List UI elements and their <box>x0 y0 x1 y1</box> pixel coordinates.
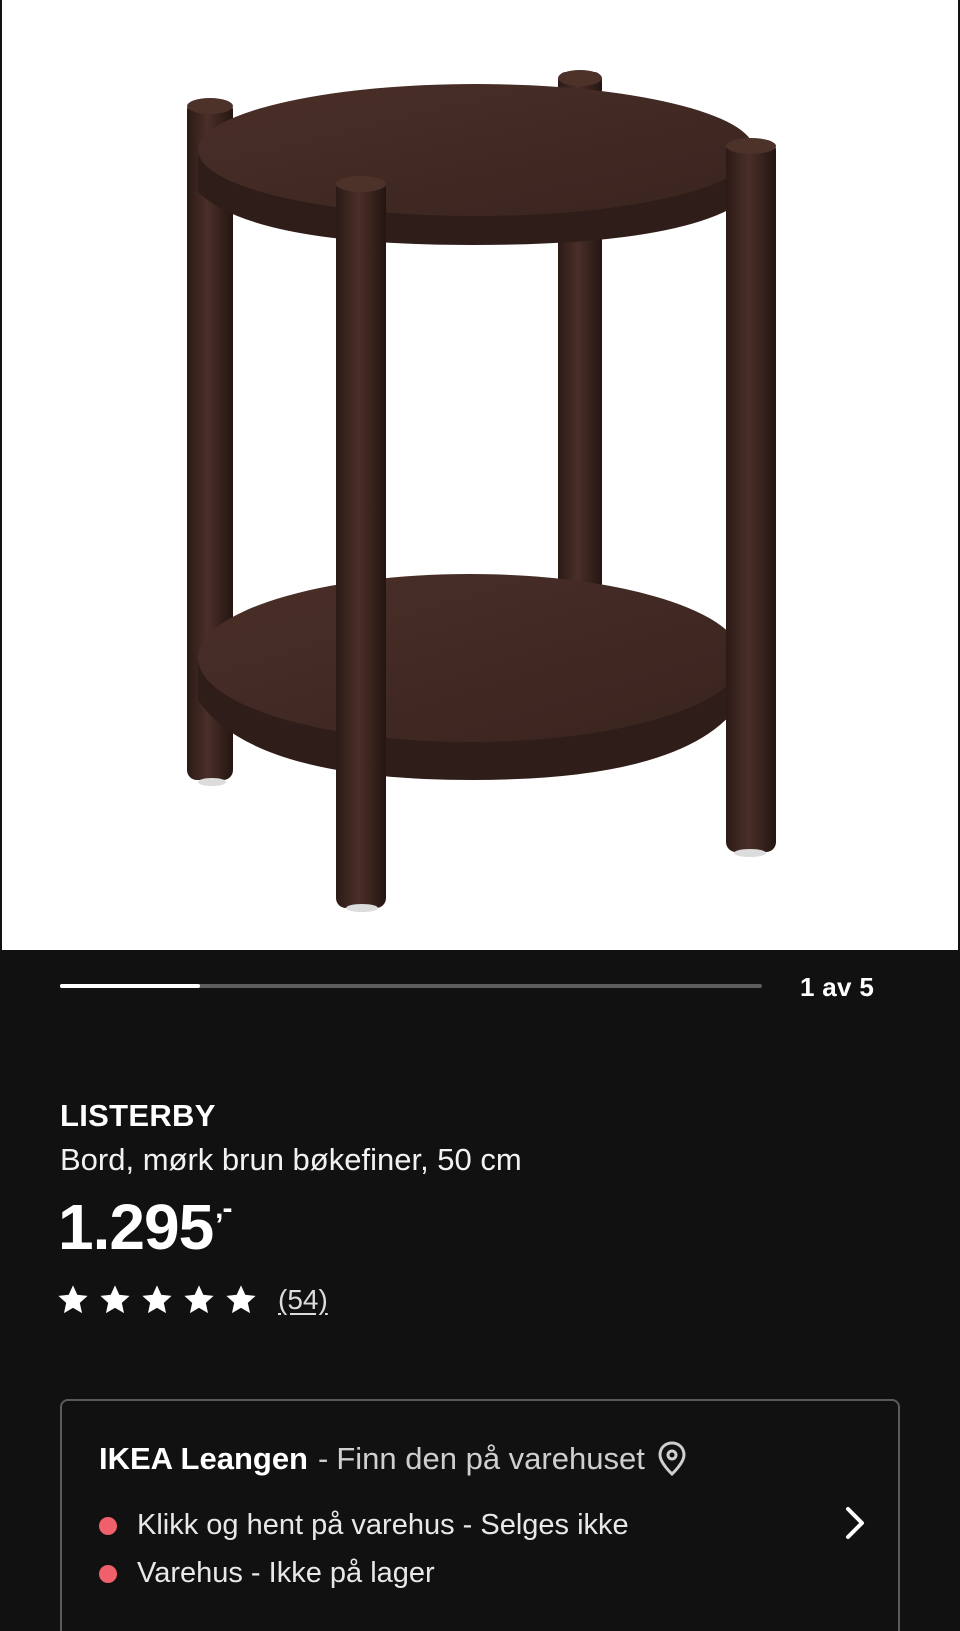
status-label: Varehus - Ikke på lager <box>137 1557 435 1589</box>
side-table-image <box>187 70 776 912</box>
star-icon <box>100 1285 130 1314</box>
review-count-link[interactable]: (54) <box>278 1284 328 1316</box>
rating-stars <box>58 1285 256 1315</box>
product-description: Bord, mørk brun bøkefiner, 50 cm <box>60 1142 522 1177</box>
gallery-progress-fill <box>60 984 201 988</box>
gallery-progress-track[interactable] <box>60 984 762 988</box>
star-icon <box>58 1285 88 1314</box>
status-dot-icon <box>99 1564 117 1583</box>
store-name: IKEA Leangen <box>99 1441 308 1476</box>
store-availability-card[interactable]: IKEA Leangen - Finn den på varehuset Kli… <box>60 1399 900 1631</box>
product-rating[interactable]: (54) <box>58 1284 328 1316</box>
status-in-store-stock: Varehus - Ikke på lager <box>99 1557 435 1590</box>
location-pin-icon <box>658 1441 686 1477</box>
product-price: 1.295 ,- <box>58 1190 233 1264</box>
chevron-right-icon[interactable] <box>842 1503 868 1543</box>
image-gallery-progress: 1 av 5 <box>0 950 960 1030</box>
price-amount: 1.295 <box>58 1191 214 1263</box>
star-icon <box>184 1285 214 1314</box>
price-suffix: ,- <box>215 1192 232 1225</box>
status-label: Klikk og hent på varehus - Selges ikke <box>137 1509 629 1541</box>
star-icon <box>142 1285 172 1314</box>
store-find-text: Finn den på varehuset <box>336 1441 645 1476</box>
status-dot-icon <box>99 1516 117 1535</box>
store-separator: - <box>318 1441 329 1476</box>
star-icon <box>226 1285 256 1314</box>
product-image[interactable] <box>2 0 958 950</box>
status-click-collect: Klikk og hent på varehus - Selges ikke <box>99 1509 629 1542</box>
store-header: IKEA Leangen - Finn den på varehuset <box>99 1441 687 1477</box>
product-name: LISTERBY <box>60 1098 216 1133</box>
gallery-page-indicator: 1 av 5 <box>800 972 875 1002</box>
